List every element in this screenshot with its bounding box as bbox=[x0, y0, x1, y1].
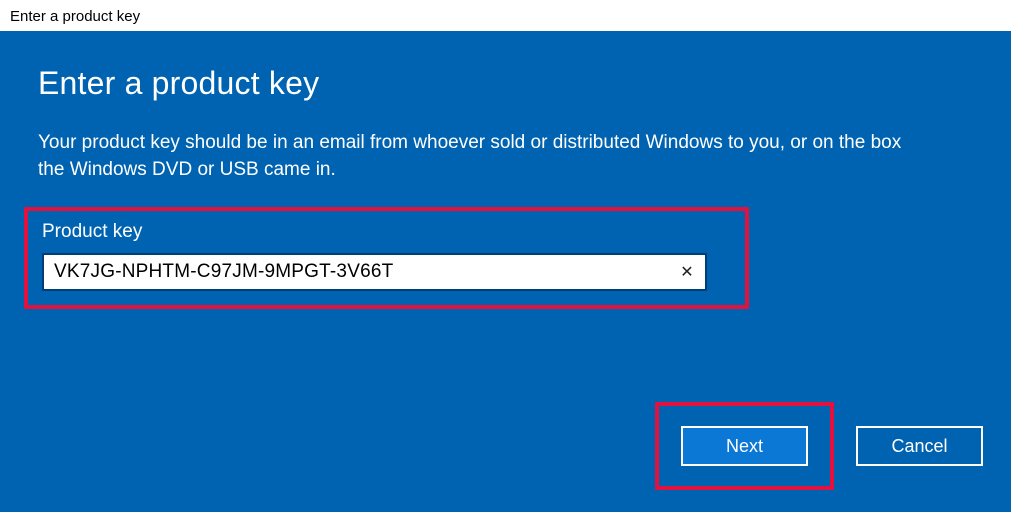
product-key-input[interactable] bbox=[44, 257, 669, 287]
dialog-panel: Enter a product key Your product key sho… bbox=[0, 31, 1011, 512]
window-title: Enter a product key bbox=[0, 0, 1011, 31]
next-button[interactable]: Next bbox=[681, 426, 808, 466]
next-button-highlight: Next bbox=[655, 402, 834, 490]
product-key-section: Product key ✕ bbox=[24, 207, 749, 309]
dialog-heading: Enter a product key bbox=[38, 65, 973, 102]
dialog-button-row: Next Cancel bbox=[655, 402, 983, 490]
product-key-label: Product key bbox=[42, 221, 731, 243]
clear-input-icon[interactable]: ✕ bbox=[669, 262, 705, 282]
dialog-description: Your product key should be in an email f… bbox=[38, 130, 928, 183]
cancel-button[interactable]: Cancel bbox=[856, 426, 983, 466]
product-key-input-wrap: ✕ bbox=[42, 253, 707, 291]
